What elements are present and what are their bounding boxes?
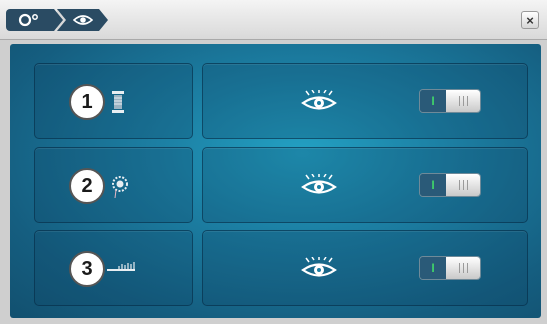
tension-dial-icon [112, 176, 128, 199]
eye-icon [73, 15, 93, 25]
visibility-box-1: I [202, 63, 528, 139]
row-number: 2 [69, 168, 105, 204]
grip-line [458, 96, 460, 106]
grip-line [462, 180, 464, 190]
toggle-knob[interactable] [446, 90, 480, 112]
visibility-toggle-2[interactable]: I [419, 173, 481, 197]
grip-line [462, 96, 464, 106]
thread-spool-icon [112, 91, 124, 113]
close-icon: × [526, 12, 534, 28]
toggle-knob[interactable] [446, 174, 480, 196]
settings-icon [18, 13, 38, 27]
grip-line [458, 180, 460, 190]
visibility-toggle-1[interactable]: I [419, 89, 481, 113]
toggle-on-indicator: I [420, 257, 446, 279]
tool-label-box-2: 2 [34, 147, 193, 223]
row-number: 1 [69, 84, 105, 120]
visibility-box-2: I [202, 147, 528, 223]
toggle-on-indicator: I [420, 90, 446, 112]
breadcrumb [6, 9, 108, 31]
eye-icon [301, 257, 337, 277]
row-number: 3 [69, 251, 105, 287]
tool-label-box-1: 1 [34, 63, 193, 139]
visibility-box-3: I [202, 230, 528, 306]
toggle-on-indicator: I [420, 174, 446, 196]
display-settings-panel: 1 I 2 I 3 I [10, 44, 541, 318]
toggle-knob[interactable] [446, 257, 480, 279]
tool-label-box-3: 3 [34, 230, 193, 306]
grip-line [458, 263, 460, 273]
setting-row-1: 1 I [10, 63, 541, 139]
breadcrumb-display[interactable] [57, 9, 108, 31]
setting-row-3: 3 I [10, 230, 541, 306]
close-button[interactable]: × [521, 11, 539, 29]
setting-row-2: 2 I [10, 147, 541, 223]
eye-icon [301, 174, 337, 194]
title-bar: × [0, 0, 547, 40]
grip-line [462, 263, 464, 273]
breadcrumb-settings[interactable] [6, 9, 63, 31]
grip-line [466, 263, 468, 273]
grip-line [466, 180, 468, 190]
stitch-length-icon [107, 262, 135, 271]
grip-line [466, 96, 468, 106]
eye-icon [301, 90, 337, 110]
visibility-toggle-3[interactable]: I [419, 256, 481, 280]
